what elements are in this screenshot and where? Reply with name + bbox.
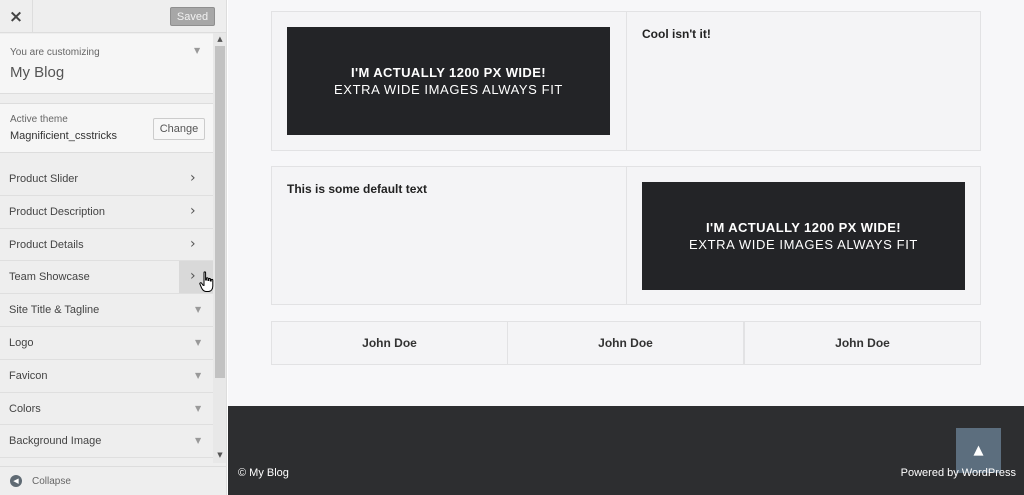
content-box: I'M ACTUALLY 1200 PX WIDE! EXTRA WIDE IM…: [626, 166, 981, 305]
chevron-right-icon[interactable]: ›: [190, 170, 196, 186]
collapse-arrow-icon: ◀: [10, 475, 22, 487]
caret-down-icon[interactable]: ▼: [195, 404, 201, 413]
banner-line-1: I'M ACTUALLY 1200 PX WIDE!: [350, 65, 547, 80]
hand-cursor-icon: [199, 271, 214, 292]
scroll-down-icon[interactable]: ▼: [213, 449, 226, 461]
customizer-sections: Product Slider › Product Description › P…: [0, 163, 213, 459]
site-footer: ▲ © My Blog Powered by WordPress: [228, 406, 1024, 495]
scroll-up-icon[interactable]: ▲: [213, 33, 226, 45]
customizing-info[interactable]: You are customizing My Blog ▼: [0, 34, 213, 94]
section-colors[interactable]: Colors ▼: [0, 392, 213, 426]
collapse-button[interactable]: ◀ Collapse: [0, 466, 226, 495]
active-theme-label: Active theme: [10, 114, 68, 125]
customizer-sidebar: × Saved You are customizing My Blog ▼ Ac…: [0, 0, 227, 495]
team-member: John Doe: [271, 321, 508, 365]
site-preview: I'M ACTUALLY 1200 PX WIDE! EXTRA WIDE IM…: [228, 0, 1024, 406]
section-favicon[interactable]: Favicon ▼: [0, 359, 213, 393]
banner-line-2: EXTRA WIDE IMAGES ALWAYS FIT: [689, 237, 918, 252]
team-member: John Doe: [507, 321, 744, 365]
caret-down-icon[interactable]: ▼: [195, 338, 201, 347]
content-text: This is some default text: [287, 182, 428, 196]
content-box: I'M ACTUALLY 1200 PX WIDE! EXTRA WIDE IM…: [271, 11, 627, 151]
section-label: Favicon: [9, 369, 48, 382]
customizing-label: You are customizing: [10, 47, 100, 58]
content-text: Cool isn't it!: [642, 27, 711, 41]
wide-image-banner: I'M ACTUALLY 1200 PX WIDE! EXTRA WIDE IM…: [642, 182, 965, 290]
caret-down-icon[interactable]: ▼: [195, 436, 201, 445]
scrollbar-thumb[interactable]: [215, 46, 225, 378]
chevron-right-icon[interactable]: ›: [190, 236, 196, 252]
section-label: Product Details: [9, 238, 84, 251]
section-label: Product Slider: [9, 173, 79, 185]
content-box: Cool isn't it!: [626, 11, 981, 151]
collapse-label: Collapse: [32, 476, 71, 487]
change-theme-button[interactable]: Change: [153, 118, 205, 140]
banner-line-2: EXTRA WIDE IMAGES ALWAYS FIT: [334, 82, 563, 97]
section-label: Site Title & Tagline: [9, 304, 100, 317]
customizer-topbar: × Saved: [0, 0, 226, 33]
section-label: Product Description: [9, 205, 105, 218]
section-product-description[interactable]: Product Description ›: [0, 195, 213, 229]
section-label: Team Showcase: [9, 271, 90, 284]
section-product-slider[interactable]: Product Slider ›: [0, 163, 213, 196]
active-theme-panel: Active theme Magnificient_csstricks Chan…: [0, 103, 213, 153]
chevron-right-icon[interactable]: ›: [190, 268, 196, 284]
chevron-right-icon[interactable]: ›: [190, 203, 196, 219]
section-background-image[interactable]: Background Image ▼: [0, 425, 213, 459]
saved-button[interactable]: Saved: [170, 7, 215, 26]
close-icon[interactable]: ×: [0, 0, 33, 33]
section-label: Colors: [9, 402, 41, 415]
wide-image-banner: I'M ACTUALLY 1200 PX WIDE! EXTRA WIDE IM…: [287, 27, 610, 135]
section-label: Logo: [9, 336, 34, 349]
site-name: My Blog: [10, 64, 65, 81]
section-label: Background Image: [9, 435, 102, 448]
section-logo[interactable]: Logo ▼: [0, 326, 213, 360]
content-box: This is some default text: [271, 166, 627, 305]
banner-line-1: I'M ACTUALLY 1200 PX WIDE!: [705, 220, 902, 235]
team-member: John Doe: [744, 321, 981, 365]
section-product-details[interactable]: Product Details ›: [0, 228, 213, 262]
section-team-showcase[interactable]: Team Showcase ›: [0, 261, 213, 295]
caret-down-icon[interactable]: ▼: [195, 371, 201, 380]
section-site-title-tagline[interactable]: Site Title & Tagline ▼: [0, 294, 213, 327]
caret-down-icon[interactable]: ▼: [195, 305, 201, 314]
active-theme-name: Magnificient_csstricks: [10, 130, 117, 142]
footer-powered-by[interactable]: Powered by WordPress: [901, 467, 1016, 479]
caret-down-icon[interactable]: ▼: [194, 46, 200, 55]
footer-copyright: © My Blog: [238, 467, 289, 479]
